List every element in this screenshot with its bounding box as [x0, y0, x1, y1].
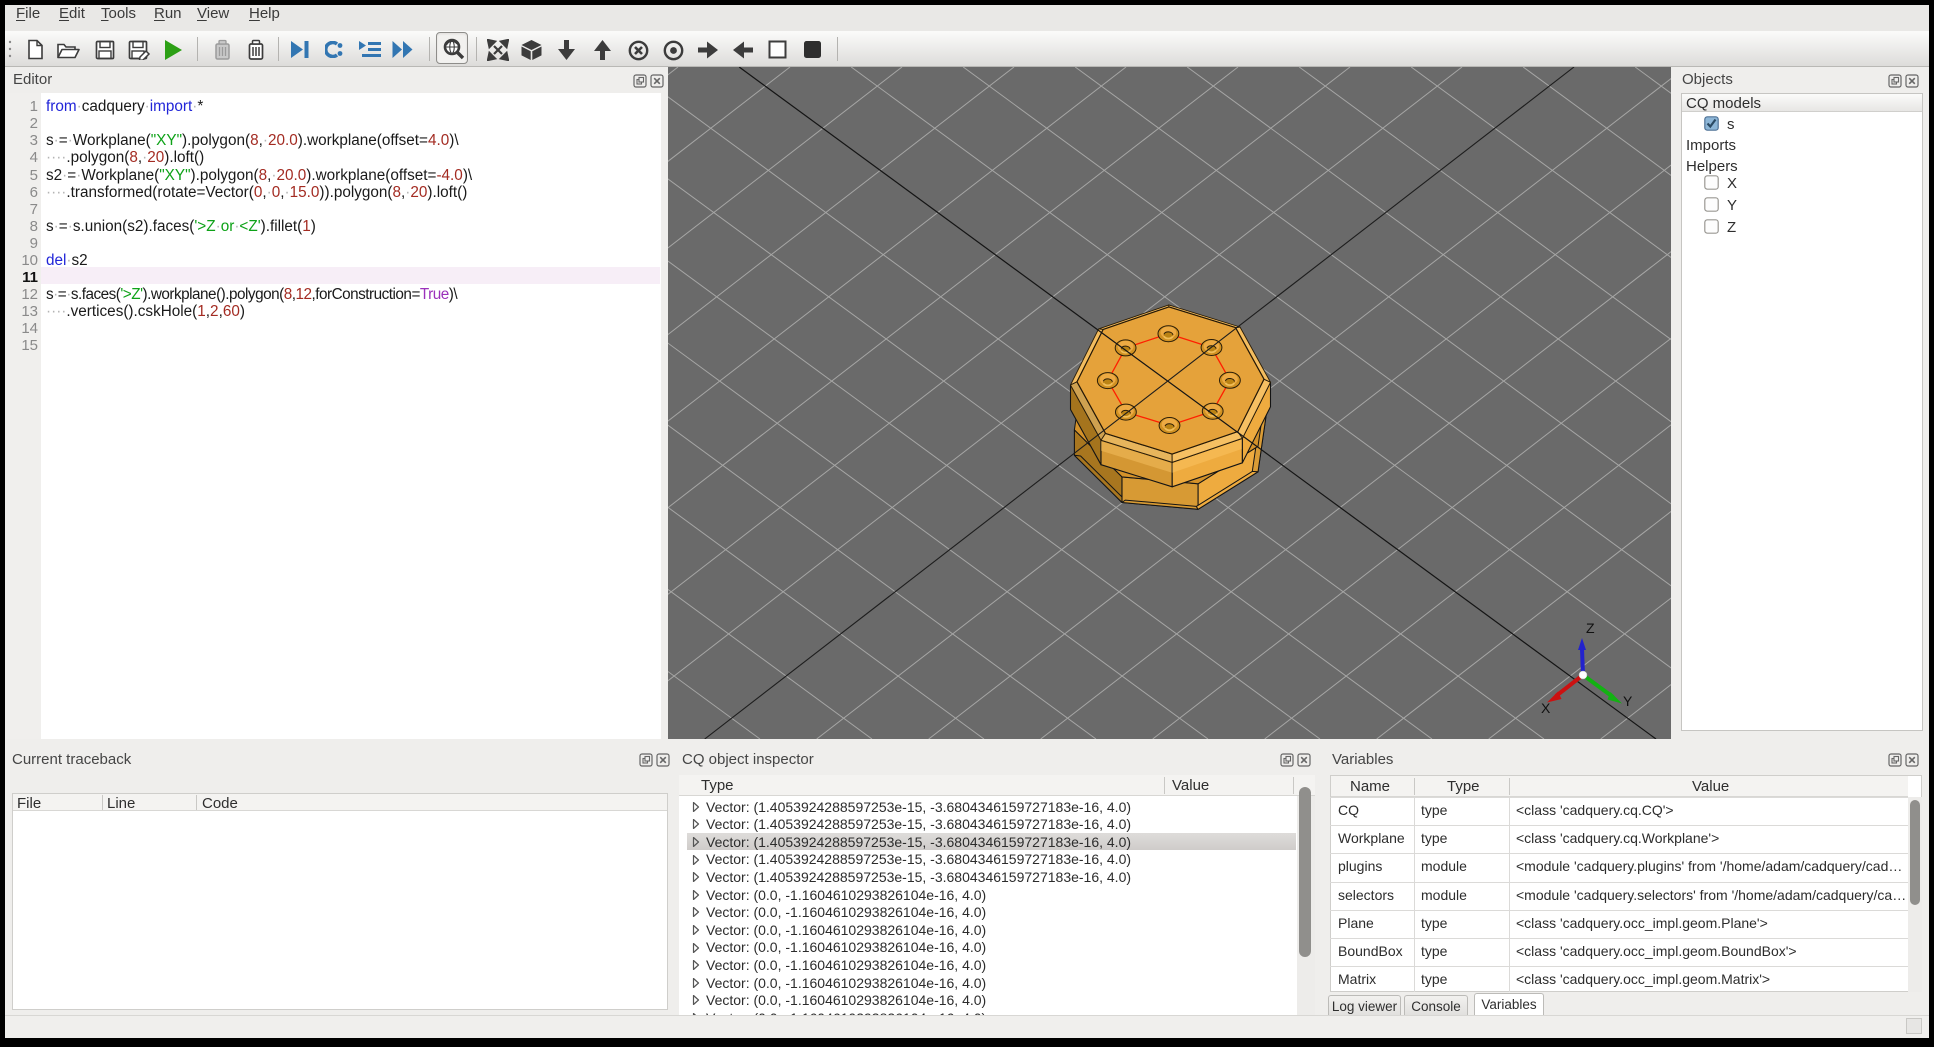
svg-text:Z: Z	[1586, 620, 1595, 636]
svg-text:Y: Y	[1623, 693, 1633, 709]
svg-text:X: X	[1541, 700, 1551, 716]
